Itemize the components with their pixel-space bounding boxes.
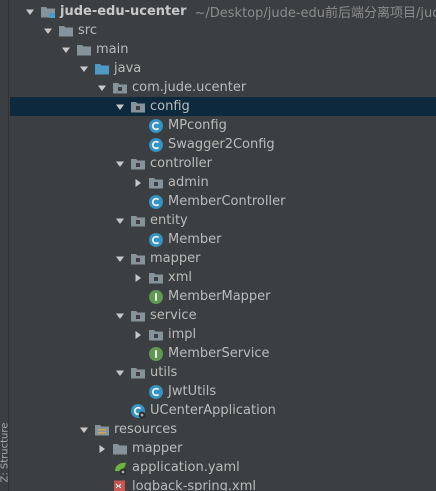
tree-row-config[interactable]: config [10, 97, 436, 116]
tree-row-src[interactable]: src [10, 21, 436, 40]
package-icon [130, 99, 146, 115]
collapse-arrow-icon[interactable] [60, 44, 72, 56]
tree-row-res-mapper[interactable]: mapper [10, 439, 436, 458]
collapse-arrow-icon[interactable] [114, 253, 126, 265]
tree-row-utils[interactable]: utils [10, 363, 436, 382]
collapse-arrow-icon[interactable] [42, 25, 54, 37]
tree-label-entity: entity [150, 213, 188, 228]
tree-label-controller: controller [150, 156, 213, 171]
tool-window-side-strip: Z: Structure [0, 0, 11, 491]
expand-arrow-icon[interactable] [132, 177, 144, 189]
tree-label-res-mapper: mapper [132, 441, 183, 456]
module-folder-icon [40, 4, 56, 20]
collapse-arrow-icon[interactable] [78, 63, 90, 75]
project-tool-window: Z: Structure jude-edu-ucenter ~/Desktop/… [0, 0, 436, 491]
package-icon [130, 308, 146, 324]
tree-label-swagger2config: Swagger2Config [168, 137, 275, 152]
tree-label-src: src [78, 23, 97, 38]
xml-file-icon [112, 479, 128, 491]
package-icon [130, 156, 146, 172]
tree-row-entity[interactable]: entity [10, 211, 436, 230]
tree-label-service: service [150, 308, 197, 323]
tree-row-mpconfig[interactable]: MPconfig [10, 116, 436, 135]
folder-icon [58, 23, 74, 39]
tree-label-impl: impl [168, 327, 197, 342]
folder-icon [112, 441, 128, 457]
tree-label-logback: logback-spring.xml [132, 479, 256, 491]
class-icon [148, 118, 164, 134]
tree-label-config: config [150, 99, 190, 114]
package-icon [130, 365, 146, 381]
project-name: jude-edu-ucenter [60, 4, 187, 19]
tree-label-membercontroller: MemberController [168, 194, 286, 209]
tree-row-package[interactable]: com.jude.ucenter [10, 78, 436, 97]
package-icon [148, 327, 164, 343]
tree-label-mapper: mapper [150, 251, 201, 266]
collapse-arrow-icon[interactable] [114, 101, 126, 113]
tree-label-package: com.jude.ucenter [132, 80, 247, 95]
package-icon [112, 80, 128, 96]
collapse-arrow-icon[interactable] [114, 310, 126, 322]
interface-icon [148, 346, 164, 362]
tree-label-main: main [96, 42, 129, 57]
collapse-arrow-icon[interactable] [114, 367, 126, 379]
tree-row-logback[interactable]: logback-spring.xml [10, 477, 436, 491]
tree-row-xml[interactable]: xml [10, 268, 436, 287]
tree-label-member: Member [168, 232, 222, 247]
expand-arrow-icon[interactable] [132, 329, 144, 341]
collapse-arrow-icon[interactable] [78, 424, 90, 436]
tree-row-memberservice[interactable]: MemberService [10, 344, 436, 363]
yaml-file-icon [112, 460, 128, 476]
tree-label-membermapper: MemberMapper [168, 289, 271, 304]
tree-label-resources: resources [114, 422, 178, 437]
class-icon [148, 384, 164, 400]
package-icon [148, 175, 164, 191]
tree-row-membermapper[interactable]: MemberMapper [10, 287, 436, 306]
tree-label-jwtutils: JwtUtils [168, 384, 217, 399]
tree-label-admin: admin [168, 175, 209, 190]
class-icon [148, 137, 164, 153]
tree-row-ucenterapplication[interactable]: UCenterApplication [10, 401, 436, 420]
tree-row-admin[interactable]: admin [10, 173, 436, 192]
tree-label-ucenterapplication: UCenterApplication [150, 403, 276, 418]
class-icon [148, 232, 164, 248]
tree-row-membercontroller[interactable]: MemberController [10, 192, 436, 211]
tree-label-application-yaml: application.yaml [132, 460, 240, 475]
tree-label-utils: utils [150, 365, 178, 380]
package-icon [148, 270, 164, 286]
source-folder-icon [94, 61, 110, 77]
tree-row-swagger2config[interactable]: Swagger2Config [10, 135, 436, 154]
project-path: ~/Desktop/jude-edu前后端分离项目/jude-edu [194, 6, 436, 21]
collapse-arrow-icon[interactable] [114, 215, 126, 227]
package-icon [130, 251, 146, 267]
expand-arrow-icon[interactable] [96, 443, 108, 455]
tree-row-jwtutils[interactable]: JwtUtils [10, 382, 436, 401]
interface-icon [148, 289, 164, 305]
tree-row-application-yaml[interactable]: application.yaml [10, 458, 436, 477]
tree-row-controller[interactable]: controller [10, 154, 436, 173]
folder-icon [76, 42, 92, 58]
tree-row-java[interactable]: java [10, 59, 436, 78]
package-icon [130, 213, 146, 229]
structure-tab[interactable]: Z: Structure [0, 421, 11, 483]
spring-boot-class-icon [130, 403, 146, 419]
tree-row-project[interactable]: jude-edu-ucenter ~/Desktop/jude-edu前后端分离… [10, 2, 436, 21]
tree-label-memberservice: MemberService [168, 346, 270, 361]
expand-arrow-icon[interactable] [132, 272, 144, 284]
resources-folder-icon [94, 422, 110, 438]
tree-row-resources[interactable]: resources [10, 420, 436, 439]
tree-row-service[interactable]: service [10, 306, 436, 325]
tree-row-impl[interactable]: impl [10, 325, 436, 344]
collapse-arrow-icon[interactable] [114, 158, 126, 170]
tree-label-mpconfig: MPconfig [168, 118, 227, 133]
tree-label-java: java [114, 61, 142, 76]
tree-row-main[interactable]: main [10, 40, 436, 59]
tree-row-member[interactable]: Member [10, 230, 436, 249]
tree-label-xml: xml [168, 270, 192, 285]
collapse-arrow-icon[interactable] [24, 6, 36, 18]
tree-row-mapper[interactable]: mapper [10, 249, 436, 268]
collapse-arrow-icon[interactable] [96, 82, 108, 94]
class-icon [148, 194, 164, 210]
